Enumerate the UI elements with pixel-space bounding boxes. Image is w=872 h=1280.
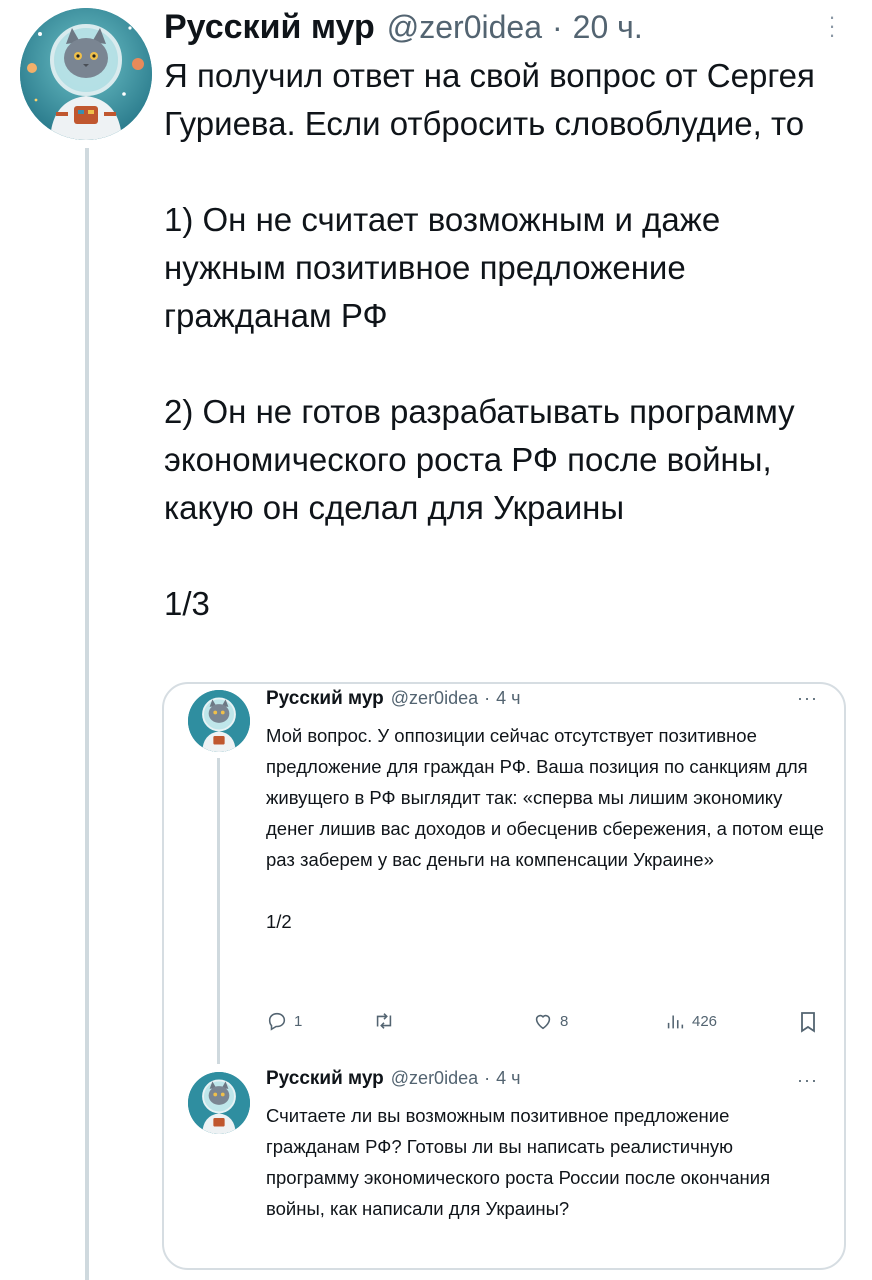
quoted-post-paragraph: Считаете ли вы возможным позитивное пред… [266,1105,771,1219]
thread-counter: 1/3 [164,585,210,622]
astronaut-cat-icon [188,690,250,752]
tweet-thread-view: Русский мур @zer0idea · 20 ч. · · · Я полу… [0,0,872,1280]
views-count: 426 [692,1012,718,1030]
quoted-author-name[interactable]: Русский мур [266,1068,384,1090]
tweet-text: Я получил ответ на свой вопрос от Сергея… [164,52,834,628]
quoted-author-handle[interactable]: @zer0idea [391,1068,478,1089]
views-button[interactable]: 426 [664,1010,717,1032]
tweet-paragraph: Я получил ответ на свой вопрос от Сергея… [164,57,815,142]
like-button[interactable]: 8 [532,1010,568,1032]
reply-button[interactable]: 1 [266,1010,302,1032]
separator-dot: · [552,9,563,45]
quoted-post-timestamp[interactable]: 4 ч [496,688,520,709]
quoted-post-paragraph: Мой вопрос. У оппозиции сейчас отсутству… [266,725,824,870]
more-options-icon[interactable]: ··· [822,6,842,46]
quoted-post-text: Считаете ли вы возможным позитивное пред… [266,1100,826,1224]
astronaut-cat-icon [20,8,152,140]
reply-count: 1 [294,1012,303,1030]
quoted-author-avatar[interactable] [188,690,250,752]
author-avatar[interactable] [20,8,152,140]
post-timestamp[interactable]: 20 ч. [573,9,643,46]
separator-dot: · [484,688,491,708]
tweet-paragraph: 2) Он не готов разрабатывать программу э… [164,393,795,526]
quoted-author-handle[interactable]: @zer0idea [391,688,478,709]
tweet-header: Русский мур @zer0idea · 20 ч. [164,8,824,58]
separator-dot: · [484,1068,491,1088]
quoted-thread-card[interactable]: Русский мур @zer0idea · 4 ч ··· Мой вопр… [162,682,846,1270]
views-icon [667,1015,684,1029]
astronaut-cat-icon [188,1072,250,1134]
quoted-post-text: Мой вопрос. У оппозиции сейчас отсутству… [266,720,826,937]
retweet-button[interactable] [372,1010,402,1032]
bookmark-button[interactable] [798,1010,824,1034]
bookmark-icon [801,1012,815,1033]
quoted-post-timestamp[interactable]: 4 ч [496,1068,520,1089]
like-count: 8 [560,1012,569,1030]
quoted-post-header: Русский мур @zer0idea · 4 ч [266,1068,521,1090]
quoted-author-name[interactable]: Русский мур [266,688,384,710]
thread-connector-line [85,148,89,1280]
author-handle[interactable]: @zer0idea [387,9,542,46]
retweet-icon [376,1013,392,1029]
quoted-thread-counter: 1/2 [266,911,292,932]
more-options-icon[interactable]: ··· [797,1070,818,1091]
more-options-icon[interactable]: ··· [797,688,818,709]
author-name[interactable]: Русский мур [164,8,375,47]
quoted-author-avatar[interactable] [188,1072,250,1134]
tweet-paragraph: 1) Он не считает возможным и даже нужным… [164,201,721,334]
quoted-post-header: Русский мур @zer0idea · 4 ч [266,688,521,710]
quoted-post-actions: 1 8 426 [266,1010,826,1040]
quoted-thread-connector-line [217,758,220,1064]
reply-icon [268,1012,286,1031]
heart-icon [535,1014,551,1030]
